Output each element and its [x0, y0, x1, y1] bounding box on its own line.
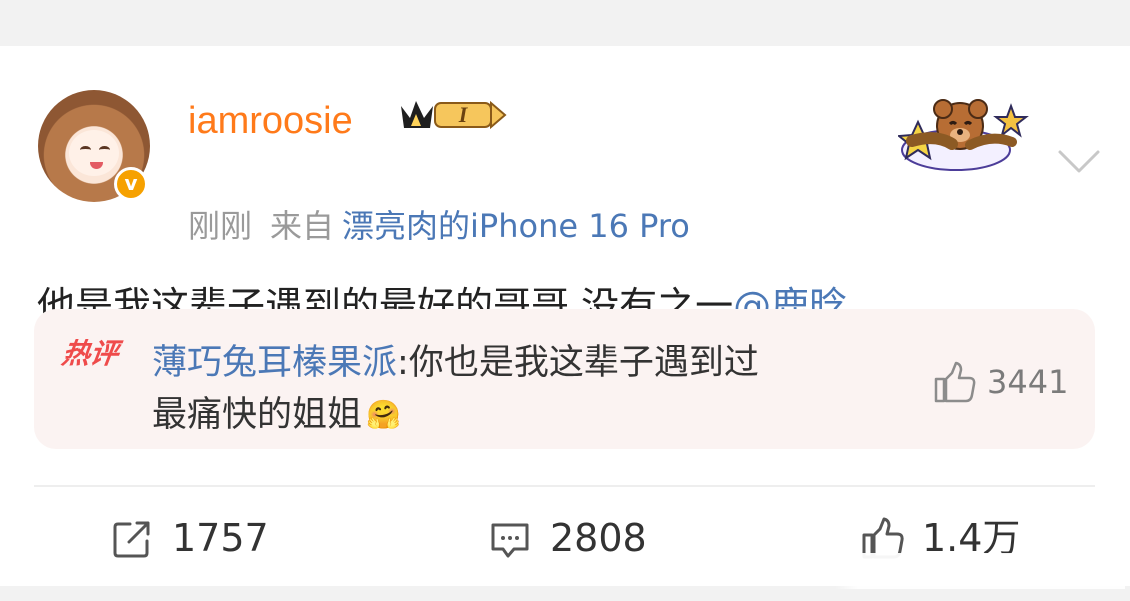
- repost-button[interactable]: 1757: [110, 515, 300, 563]
- repost-count: 1757: [172, 516, 269, 560]
- username-link[interactable]: iamroosie: [188, 99, 353, 143]
- chevron-down-icon[interactable]: [1056, 144, 1102, 176]
- avatar-left-eye: [80, 146, 91, 154]
- hot-comment-box[interactable]: 热评 薄巧兔耳榛果派:你也是我这辈子遇到过 最痛快的姐姐 🤗 3441: [34, 309, 1095, 449]
- hug-emoji-icon: 🤗: [366, 398, 401, 431]
- post-time: 刚刚: [188, 207, 253, 245]
- verified-icon: v: [114, 167, 148, 201]
- avatar-face: [69, 130, 119, 176]
- hot-comment-line-2: 最痛快的姐姐 🤗: [152, 389, 912, 441]
- badge-level-text: I: [458, 102, 469, 127]
- thumb-up-icon: [934, 361, 976, 403]
- share-icon: [113, 521, 150, 558]
- post-meta: 刚刚 来自 漂亮肉的iPhone 16 Pro: [188, 206, 690, 246]
- hot-comment-tag: 热评: [59, 337, 121, 370]
- comment-count: 2808: [550, 516, 647, 560]
- hot-comment-like-count: 3441: [987, 363, 1069, 401]
- comment-author-link[interactable]: 薄巧兔耳榛果派: [152, 343, 397, 383]
- comment-line-2-text: 最痛快的姐姐: [152, 395, 363, 435]
- comment-separator: :: [397, 343, 409, 383]
- hot-comment-like-button[interactable]: 3441: [932, 361, 1082, 405]
- avatar-right-eye: [99, 146, 110, 154]
- device-link[interactable]: 漂亮肉的iPhone 16 Pro: [342, 207, 690, 245]
- comment-icon: [491, 523, 529, 558]
- hot-comment-text: 薄巧兔耳榛果派:你也是我这辈子遇到过 最痛快的姐姐 🤗: [152, 337, 912, 441]
- action-divider: [34, 485, 1095, 487]
- bottom-watermark-area: [835, 553, 1125, 589]
- comment-line-1-text: 你也是我这辈子遇到过: [408, 343, 759, 383]
- crown-icon: I: [401, 100, 507, 130]
- from-label: 来自: [270, 207, 335, 245]
- hot-comment-line-1: 薄巧兔耳榛果派:你也是我这辈子遇到过: [152, 337, 912, 389]
- bear-sticker-icon: [898, 99, 1029, 171]
- comment-button[interactable]: 2808: [488, 515, 678, 563]
